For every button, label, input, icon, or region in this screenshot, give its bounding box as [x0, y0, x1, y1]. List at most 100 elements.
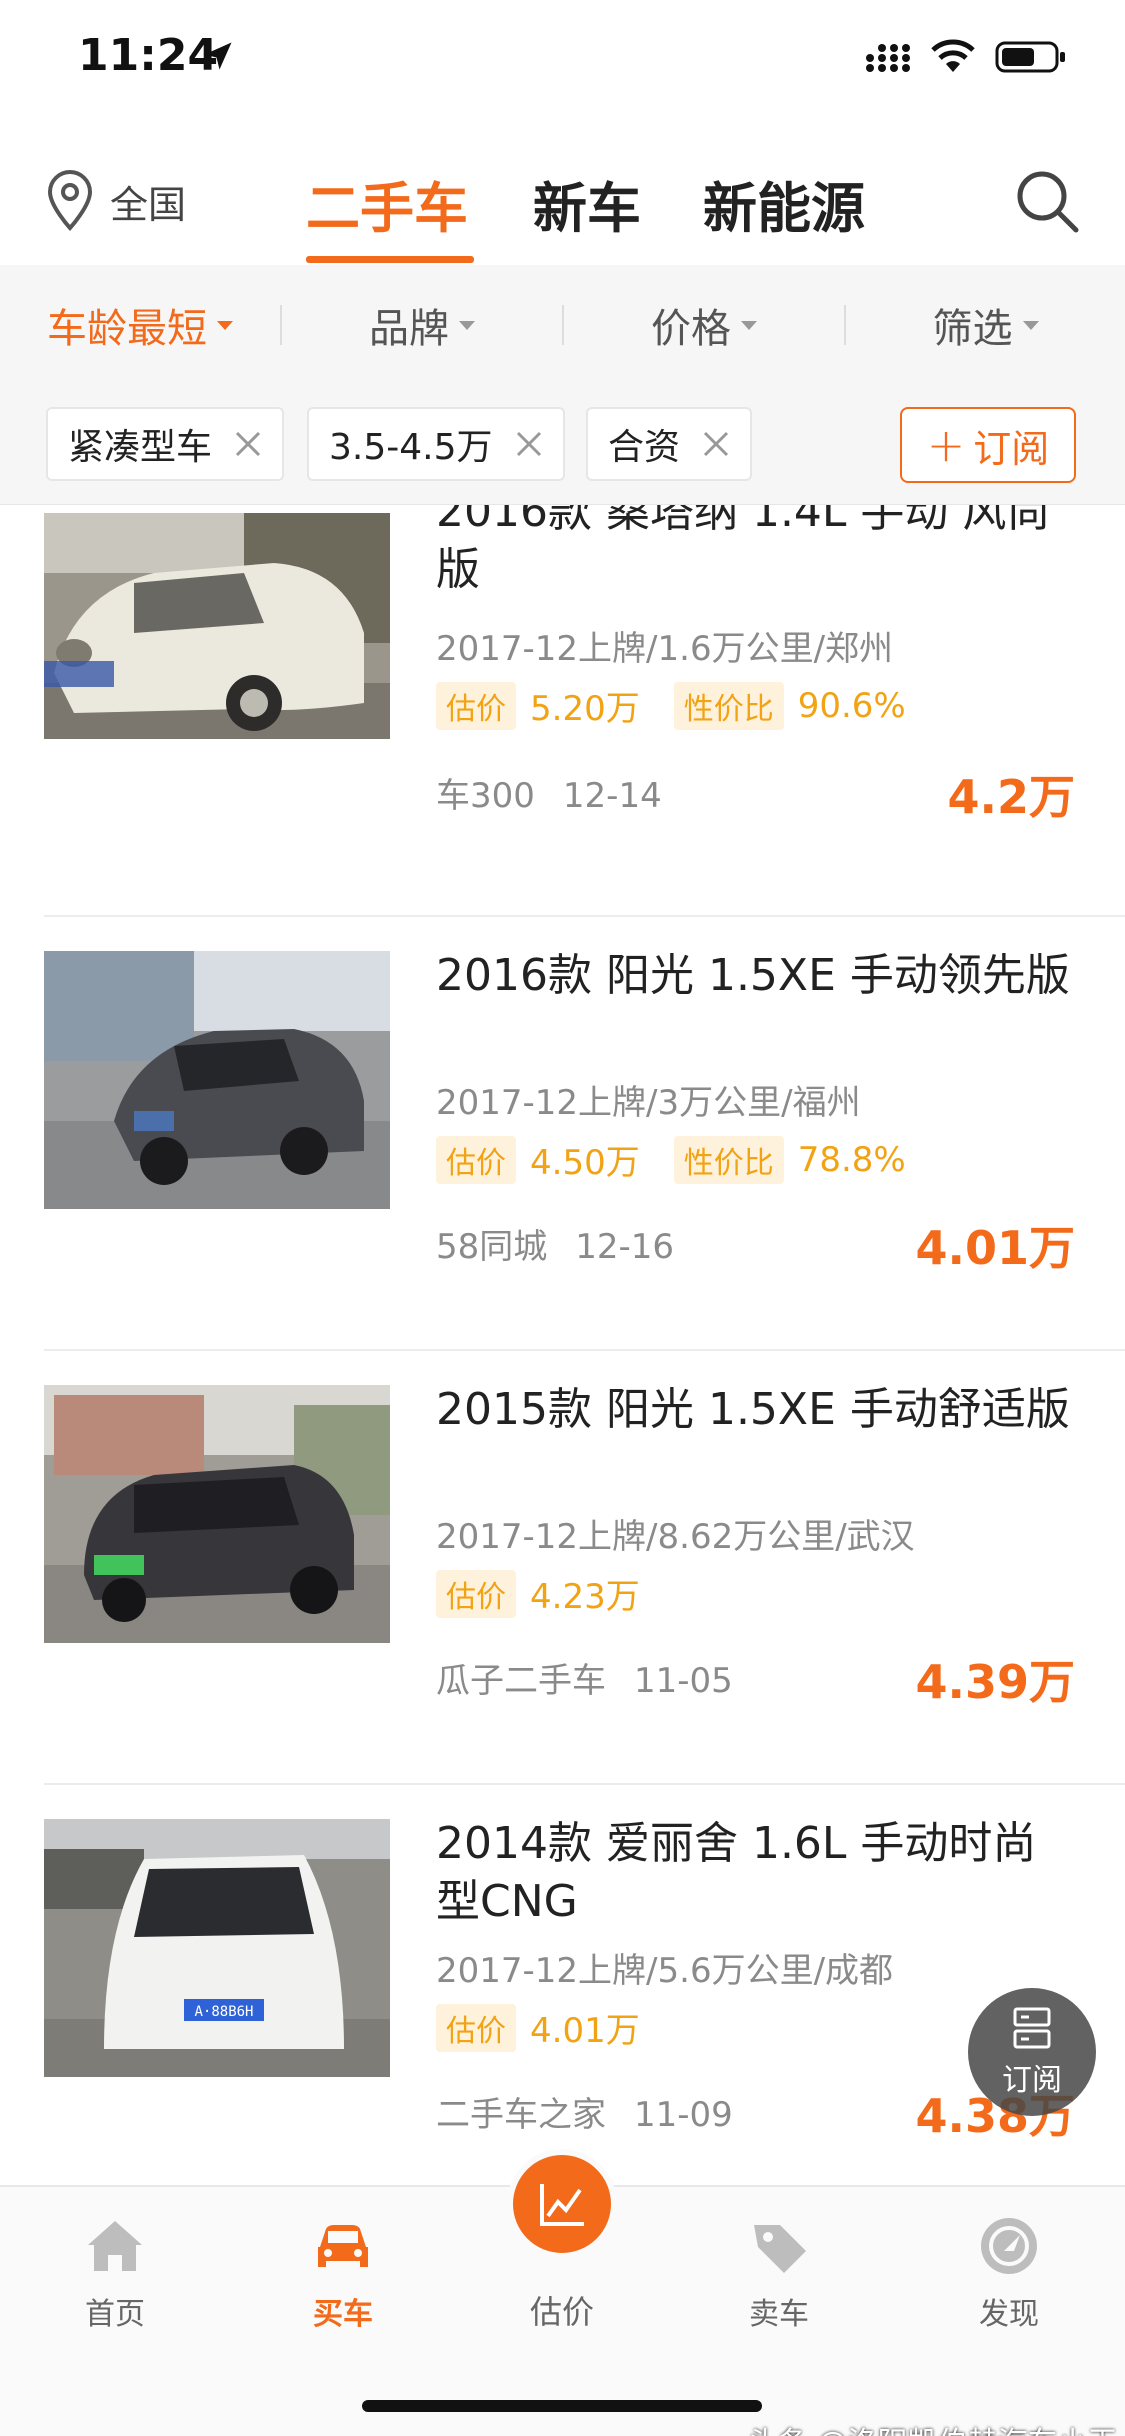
server-icon [1013, 2007, 1051, 2049]
tab-buy-car-label: 买车 [313, 2297, 373, 2332]
floating-subscribe-label: 订阅 [1002, 2063, 1062, 2098]
close-icon[interactable] [234, 430, 262, 458]
watermark: 头条 @洛阳凯伯赫汽车小王 [748, 2418, 1118, 2436]
wifi-icon [931, 39, 975, 72]
estimate-tag: 估价 [436, 681, 516, 730]
filter-chip-compact[interactable]: 紧凑型车 [46, 407, 285, 481]
listing-title: 2016款 桑塔纳 1.4L 手动 风尚版 [436, 505, 1051, 595]
listing-tags: 估价 4.50万 性价比 78.8% [436, 1135, 940, 1184]
source-name: 瓜子二手车 [436, 1661, 606, 1701]
listing-tags: 估价 5.20万 性价比 90.6% [436, 681, 940, 730]
sort-filter[interactable]: 筛选 [846, 265, 1125, 385]
svg-text:A·88B6H: A·88B6H [194, 2004, 253, 2020]
location-pin-icon [47, 170, 93, 231]
top-nav: 全国 二手车 新车 新能源 [0, 140, 1125, 265]
listing-price: 4.01万 [915, 1221, 1076, 1275]
listing-title: 2014款 爱丽舍 1.6L 手动时尚型CNG [436, 1818, 1037, 1927]
listing-date: 12-14 [562, 776, 662, 816]
listing-meta: 2017-12上牌/8.62万公里/武汉 [436, 1517, 915, 1557]
listing-tags: 估价 4.23万 [436, 1569, 674, 1618]
status-bar: 11:24 [0, 0, 1125, 120]
close-icon[interactable] [702, 430, 730, 458]
filter-chip-price[interactable]: 3.5-4.5万 [307, 407, 565, 481]
listing-item[interactable]: 2016款 阳光 1.5XE 手动领先版 2017-12上牌/3万公里/福州 估… [0, 917, 1125, 1351]
cellular-signal-icon [866, 44, 910, 72]
caret-down-icon [741, 320, 757, 330]
listing-price: 4.39万 [915, 1655, 1076, 1709]
listing-price: 4.2万 [947, 770, 1076, 824]
estimate-value: 4.23万 [530, 1577, 640, 1617]
active-tab-underline [306, 256, 474, 263]
value-tag: 性价比 [673, 1135, 784, 1184]
filter-chip-joint-venture[interactable]: 合资 [586, 407, 753, 481]
tab-discover[interactable]: 发现 [929, 2213, 1089, 2333]
listing-meta: 2017-12上牌/3万公里/福州 [436, 1083, 861, 1123]
home-indicator [362, 2400, 762, 2412]
status-time: 11:24 [78, 30, 219, 81]
caret-down-icon [217, 320, 233, 330]
car-photo [44, 513, 390, 739]
estimate-tag: 估价 [436, 1135, 516, 1184]
listing-source: 58同城 12-16 [436, 1219, 674, 1268]
listing-item[interactable]: 2016款 桑塔纳 1.4L 手动 风尚版 2017-12上牌/1.6万公里/郑… [0, 505, 1125, 917]
location-label: 全国 [110, 182, 187, 227]
source-name: 58同城 [436, 1227, 548, 1267]
sort-brand-label: 品牌 [369, 306, 449, 352]
listing-date: 11-09 [634, 2095, 733, 2135]
listing-item[interactable]: A·88B6H 2014款 爱丽舍 1.6L 手动时尚型CNG 2017-12上… [0, 1785, 1125, 2185]
estimate-value: 5.20万 [530, 689, 640, 729]
plus-icon: + [926, 418, 966, 472]
estimate-tag: 估价 [436, 1569, 516, 1618]
tab-sell-car[interactable]: 卖车 [699, 2213, 859, 2333]
chip-label: 紧凑型车 [68, 427, 213, 468]
listing-item[interactable]: 2015款 阳光 1.5XE 手动舒适版 2017-12上牌/8.62万公里/武… [0, 1351, 1125, 1785]
listing-source: 车300 12-14 [436, 768, 662, 817]
location-arrow-icon [204, 42, 232, 70]
tab-new-car[interactable]: 新车 [533, 164, 641, 243]
source-name: 二手车之家 [436, 2095, 606, 2135]
tab-home[interactable]: 首页 [35, 2213, 195, 2333]
tab-used-car[interactable]: 二手车 [306, 164, 468, 243]
battery-icon [995, 41, 1065, 73]
sort-bar: 车龄最短 品牌 价格 筛选 [0, 265, 1125, 385]
caret-down-icon [459, 320, 475, 330]
listing-source: 二手车之家 11-09 [436, 2087, 733, 2136]
home-icon [88, 2221, 142, 2271]
listing-meta: 2017-12上牌/1.6万公里/郑州 [436, 629, 894, 669]
close-icon[interactable] [515, 430, 543, 458]
filter-chips: 紧凑型车 3.5-4.5万 合资 + 订阅 [0, 385, 1125, 505]
caret-down-icon [1022, 320, 1039, 330]
car-photo [44, 951, 390, 1209]
tab-new-energy[interactable]: 新能源 [703, 164, 865, 243]
car-photo: A·88B6H [44, 1819, 390, 2077]
listing-meta: 2017-12上牌/5.6万公里/成都 [436, 1951, 894, 1991]
tab-buy-car[interactable]: 买车 [263, 2213, 423, 2333]
estimate-value: 4.01万 [530, 2011, 640, 2051]
compass-icon [981, 2218, 1037, 2274]
listing-title: 2015款 阳光 1.5XE 手动舒适版 [436, 1384, 1070, 1435]
tab-discover-label: 发现 [979, 2297, 1039, 2332]
value-ratio: 90.6% [797, 685, 906, 726]
location-selector[interactable]: 全国 [44, 170, 186, 232]
listing-title: 2016款 阳光 1.5XE 手动领先版 [436, 950, 1070, 1001]
sort-filter-label: 筛选 [932, 306, 1013, 352]
listing-tags: 估价 4.01万 [436, 2003, 674, 2052]
search-icon[interactable] [1012, 166, 1082, 236]
sort-age[interactable]: 车龄最短 [0, 265, 280, 385]
subscribe-label: 订阅 [973, 426, 1050, 471]
tab-estimate[interactable] [507, 2149, 617, 2259]
sort-price[interactable]: 价格 [564, 265, 844, 385]
tab-home-label: 首页 [85, 2297, 145, 2332]
listing-list: 2016款 桑塔纳 1.4L 手动 风尚版 2017-12上牌/1.6万公里/郑… [0, 505, 1125, 2185]
estimate-tag: 估价 [436, 2003, 516, 2052]
subscribe-button[interactable]: + 订阅 [900, 407, 1076, 483]
sort-brand[interactable]: 品牌 [282, 265, 562, 385]
listing-source: 瓜子二手车 11-05 [436, 1653, 733, 1702]
bottom-tab-bar: 首页 买车 估价 卖车 发现 [0, 2149, 1125, 2436]
tab-sell-car-label: 卖车 [749, 2297, 809, 2332]
source-name: 车300 [436, 776, 535, 816]
tag-icon [754, 2225, 806, 2273]
estimate-value: 4.50万 [530, 1143, 640, 1183]
sort-price-label: 价格 [651, 306, 731, 352]
floating-subscribe-button[interactable]: 订阅 [968, 1988, 1096, 2116]
